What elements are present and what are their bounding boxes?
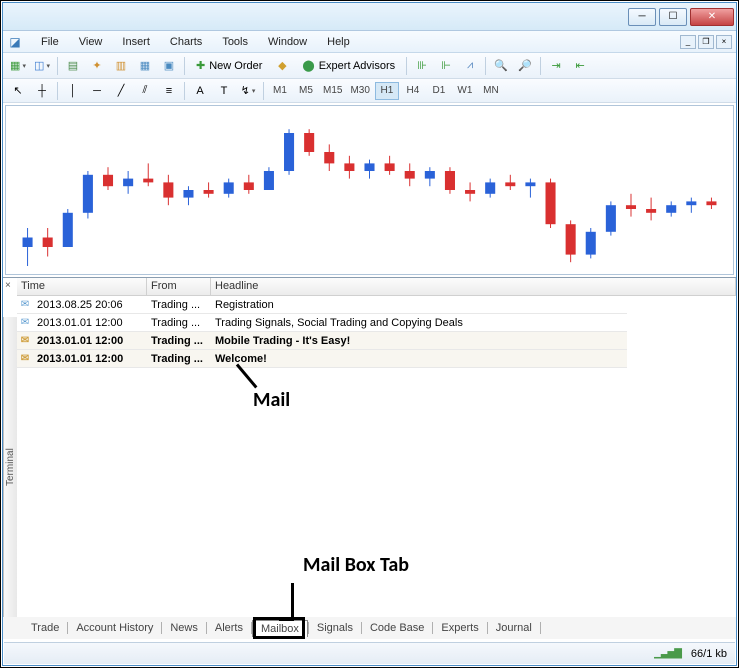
timeframe-w1[interactable]: W1 (453, 82, 477, 100)
candle-chart-icon[interactable]: ⊩ (435, 55, 457, 77)
tab-alerts[interactable]: Alerts (207, 620, 251, 636)
vertical-line-icon[interactable]: │ (62, 80, 84, 102)
col-from[interactable]: From (147, 278, 211, 295)
terminal-side-label: Terminal (3, 317, 17, 617)
new-chart-icon[interactable]: ▦▾ (7, 55, 29, 77)
zoom-out-icon[interactable]: 🔎 (514, 55, 536, 77)
profiles-icon[interactable]: ◫▾ (31, 55, 53, 77)
mail-from: Trading ... (147, 353, 211, 365)
timeframe-h4[interactable]: H4 (401, 82, 425, 100)
terminal-icon[interactable]: ▥ (110, 55, 132, 77)
timeframe-m30[interactable]: M30 (347, 82, 372, 100)
timeframe-d1[interactable]: D1 (427, 82, 451, 100)
mail-headline: Welcome! (211, 353, 627, 365)
new-order-label: New Order (209, 60, 262, 72)
minimize-button[interactable]: ─ (628, 8, 656, 26)
mdi-close-button[interactable]: × (716, 35, 732, 49)
tab-journal[interactable]: Journal (488, 620, 540, 636)
mail-headline: Trading Signals, Social Trading and Copy… (211, 317, 627, 329)
mail-headline: Mobile Trading - It's Easy! (211, 335, 627, 347)
mail-time: 2013.08.25 20:06 (33, 299, 147, 311)
menu-tools[interactable]: Tools (212, 34, 258, 50)
market-watch-icon[interactable]: ▤ (62, 55, 84, 77)
statusbar: ▁▃▅▇ 66/1 kb (4, 642, 735, 664)
timeframe-m1[interactable]: M1 (268, 82, 292, 100)
mail-rows: ✉ 2013.08.25 20:06 Trading ... Registrat… (17, 296, 627, 368)
mail-from: Trading ... (147, 317, 211, 329)
text-icon[interactable]: A (189, 80, 211, 102)
channel-icon[interactable]: ⫽ (134, 80, 156, 102)
app-icon: ◪ (7, 34, 23, 50)
zoom-in-icon[interactable]: 🔍 (490, 55, 512, 77)
menu-window[interactable]: Window (258, 34, 317, 50)
mail-icon: ✉ (17, 353, 33, 364)
mail-headers: Time From Headline (17, 278, 736, 296)
chart-shift-icon[interactable]: ⇤ (569, 55, 591, 77)
data-window-icon[interactable]: ▣ (158, 55, 180, 77)
col-time[interactable]: Time (17, 278, 147, 295)
mail-time: 2013.01.01 12:00 (33, 353, 147, 365)
close-button[interactable]: ✕ (690, 8, 734, 26)
titlebar: ─ ☐ ✕ (3, 3, 736, 31)
tab-mailbox[interactable]: Mailbox (252, 620, 308, 637)
mdi-restore-button[interactable]: ❐ (698, 35, 714, 49)
tab-signals[interactable]: Signals (309, 620, 361, 636)
tab-news[interactable]: News (162, 620, 206, 636)
horizontal-line-icon[interactable]: ─ (86, 80, 108, 102)
mail-row[interactable]: ✉ 2013.01.01 12:00 Trading ... Trading S… (17, 314, 627, 332)
mail-icon: ✉ (17, 335, 33, 346)
menu-charts[interactable]: Charts (160, 34, 212, 50)
app-window: ─ ☐ ✕ ◪ File View Insert Charts Tools Wi… (2, 2, 737, 666)
fibonacci-icon[interactable]: ≡ (158, 80, 180, 102)
mail-icon: ✉ (17, 317, 33, 328)
timeframe-m15[interactable]: M15 (320, 82, 345, 100)
col-headline[interactable]: Headline (211, 278, 736, 295)
menubar: ◪ File View Insert Charts Tools Window H… (3, 31, 736, 53)
timeframe-mn[interactable]: MN (479, 82, 503, 100)
cursor-icon[interactable]: ↖ (7, 80, 29, 102)
mail-icon: ✉ (17, 299, 33, 310)
menu-file[interactable]: File (31, 34, 69, 50)
tab-code-base[interactable]: Code Base (362, 620, 432, 636)
auto-scroll-icon[interactable]: ⇥ (545, 55, 567, 77)
terminal-close-icon[interactable]: × (5, 280, 11, 291)
line-chart-icon[interactable]: ⩘ (459, 55, 481, 77)
toolbar-drawing: ↖ ┼ │ ─ ╱ ⫽ ≡ A T ↯▾ M1 M5 M15 M30 H1 H4… (3, 79, 736, 103)
mail-headline: Registration (211, 299, 627, 311)
mail-from: Trading ... (147, 335, 211, 347)
status-kb: 66/1 kb (691, 648, 727, 660)
expert-advisors-label: Expert Advisors (319, 60, 395, 72)
menu-view[interactable]: View (69, 34, 113, 50)
mail-row[interactable]: ✉ 2013.01.01 12:00 Trading ... Mobile Tr… (17, 332, 627, 350)
text-label-icon[interactable]: T (213, 80, 235, 102)
strategy-tester-icon[interactable]: ▦ (134, 55, 156, 77)
crosshair-icon[interactable]: ┼ (31, 80, 53, 102)
menu-help[interactable]: Help (317, 34, 360, 50)
metaeditor-icon[interactable]: ◆ (271, 55, 293, 77)
trendline-icon[interactable]: ╱ (110, 80, 132, 102)
arrows-icon[interactable]: ↯▾ (237, 80, 259, 102)
timeframe-m5[interactable]: M5 (294, 82, 318, 100)
mail-from: Trading ... (147, 299, 211, 311)
new-order-button[interactable]: ✚New Order (189, 55, 269, 77)
tab-experts[interactable]: Experts (433, 620, 486, 636)
price-chart[interactable] (5, 105, 734, 275)
terminal-panel: × Terminal Time From Headline ✉ 2013.08.… (3, 277, 736, 639)
menu-insert[interactable]: Insert (112, 34, 160, 50)
mail-time: 2013.01.01 12:00 (33, 317, 147, 329)
navigator-icon[interactable]: ✦ (86, 55, 108, 77)
mail-time: 2013.01.01 12:00 (33, 335, 147, 347)
tab-trade[interactable]: Trade (23, 620, 67, 636)
timeframe-h1[interactable]: H1 (375, 82, 399, 100)
connection-icon: ▁▃▅▇ (654, 648, 681, 659)
mdi-minimize-button[interactable]: _ (680, 35, 696, 49)
toolbar-main: ▦▾ ◫▾ ▤ ✦ ▥ ▦ ▣ ✚New Order ◆ ⬤Expert Adv… (3, 53, 736, 79)
tab-account-history[interactable]: Account History (68, 620, 161, 636)
mail-row[interactable]: ✉ 2013.01.01 12:00 Trading ... Welcome! (17, 350, 627, 368)
mail-row[interactable]: ✉ 2013.08.25 20:06 Trading ... Registrat… (17, 296, 627, 314)
maximize-button[interactable]: ☐ (659, 8, 687, 26)
bar-chart-icon[interactable]: ⊪ (411, 55, 433, 77)
expert-advisors-button[interactable]: ⬤Expert Advisors (295, 55, 402, 77)
terminal-tabs: Trade Account History News Alerts Mailbo… (3, 617, 736, 639)
